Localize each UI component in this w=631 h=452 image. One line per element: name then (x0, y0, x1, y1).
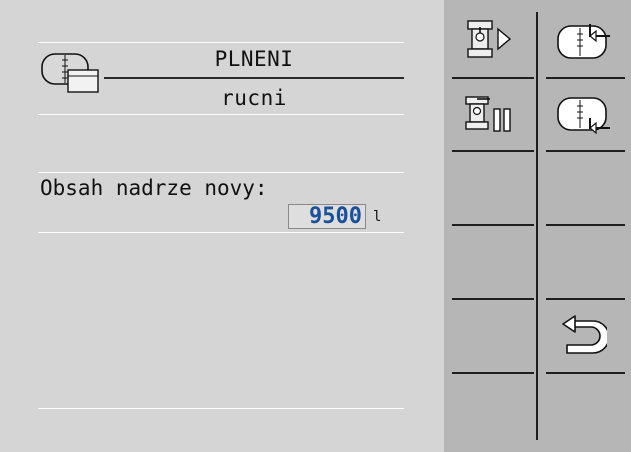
main-panel: PLNENI rucni Obsah nadrze novy: 9500 l (0, 0, 444, 452)
back-button[interactable] (540, 301, 628, 371)
softkey-divider-1b (546, 77, 625, 79)
softkey-divider-3 (452, 224, 534, 226)
softkey-divider-5 (452, 372, 534, 374)
softkey-divider-4 (452, 298, 534, 300)
divider-field-bottom (38, 232, 404, 233)
divider-field-top (38, 172, 404, 173)
page-title: PLNENI (214, 47, 294, 71)
softkey-divider-3b (546, 224, 625, 226)
valve-pause-icon (465, 96, 511, 132)
softkey-empty-5[interactable] (446, 301, 534, 371)
softkey-divider-2b (546, 150, 625, 152)
screen: PLNENI rucni Obsah nadrze novy: 9500 l (0, 0, 631, 452)
divider-bottom (38, 408, 404, 409)
back-arrow-icon (562, 315, 607, 354)
softkey-divider-2 (452, 150, 534, 152)
divider-subtitle (38, 114, 404, 115)
softkey-panel (444, 0, 631, 452)
softkey-divider-4b (546, 298, 625, 300)
title-underline (104, 77, 404, 79)
tank-fill-button[interactable] (540, 6, 628, 76)
valve-start-button[interactable] (446, 6, 534, 76)
divider-top (38, 42, 404, 43)
tank-fill-arrow-icon (557, 24, 610, 59)
softkey-column-divider (536, 12, 538, 440)
tank-content-value-field[interactable]: 9500 (288, 204, 366, 229)
unit-label: l (373, 209, 382, 225)
softkey-empty-2[interactable] (540, 153, 628, 223)
tank-empty-arrow-icon (557, 97, 610, 135)
softkey-empty-4[interactable] (540, 227, 628, 297)
softkey-divider-1 (452, 77, 534, 79)
page-subtitle: rucni (221, 86, 287, 110)
softkey-empty-3[interactable] (446, 227, 534, 297)
valve-pause-button[interactable] (446, 80, 534, 150)
softkey-empty-1[interactable] (446, 153, 534, 223)
tank-empty-button[interactable] (540, 80, 628, 150)
tank-with-panel-icon (41, 53, 99, 93)
tank-content-label: Obsah nadrze novy: (40, 176, 268, 200)
softkey-divider-5b (546, 372, 625, 374)
valve-play-icon (467, 20, 512, 58)
